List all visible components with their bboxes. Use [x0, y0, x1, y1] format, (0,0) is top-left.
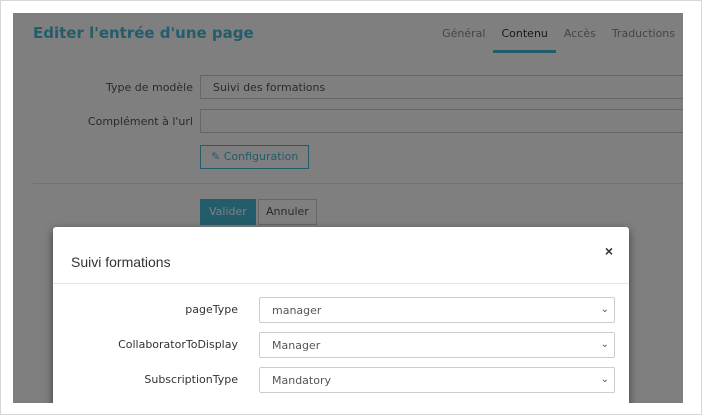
- configuration-modal: Suivi formations × pageType manager ⌄ Co…: [53, 227, 629, 403]
- page-type-value: manager: [272, 304, 322, 317]
- modal-header-divider: [53, 283, 629, 284]
- chevron-down-icon: ⌄: [600, 339, 609, 350]
- subscription-type-select[interactable]: Mandatory ⌄: [259, 367, 615, 393]
- window-frame: Editer l'entrée d'une page Général Conte…: [0, 0, 702, 415]
- collaborator-select[interactable]: Manager ⌄: [259, 332, 615, 358]
- subscription-type-label: SubscriptionType: [144, 373, 238, 386]
- collaborator-label: CollaboratorToDisplay: [118, 338, 238, 351]
- chevron-down-icon: ⌄: [600, 304, 609, 315]
- modal-title: Suivi formations: [71, 254, 171, 270]
- page-type-label: pageType: [185, 303, 238, 316]
- close-icon[interactable]: ×: [605, 243, 613, 259]
- subscription-type-value: Mandatory: [272, 374, 332, 387]
- edit-page-panel: Editer l'entrée d'une page Général Conte…: [13, 13, 683, 403]
- chevron-down-icon: ⌄: [600, 374, 609, 385]
- page-type-select[interactable]: manager ⌄: [259, 297, 615, 323]
- collaborator-value: Manager: [272, 339, 321, 352]
